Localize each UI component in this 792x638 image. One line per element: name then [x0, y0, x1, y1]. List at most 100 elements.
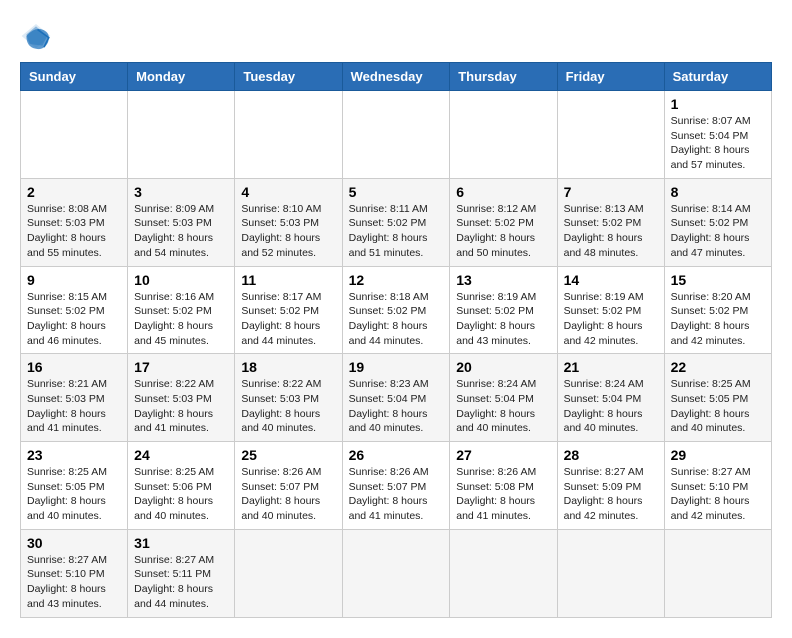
day-detail: Sunrise: 8:27 AMSunset: 5:10 PMDaylight:…	[671, 465, 765, 524]
day-detail: Sunrise: 8:21 AMSunset: 5:03 PMDaylight:…	[27, 377, 121, 436]
day-number: 1	[671, 96, 765, 112]
calendar-cell: 15 Sunrise: 8:20 AMSunset: 5:02 PMDaylig…	[664, 266, 771, 354]
day-number: 13	[456, 272, 550, 288]
day-detail: Sunrise: 8:18 AMSunset: 5:02 PMDaylight:…	[349, 290, 444, 349]
calendar-week-row: 9 Sunrise: 8:15 AMSunset: 5:02 PMDayligh…	[21, 266, 772, 354]
calendar-day-header: Sunday	[21, 63, 128, 91]
day-number: 6	[456, 184, 550, 200]
calendar-cell: 31 Sunrise: 8:27 AMSunset: 5:11 PMDaylig…	[128, 529, 235, 617]
day-detail: Sunrise: 8:25 AMSunset: 5:05 PMDaylight:…	[671, 377, 765, 436]
calendar-cell: 9 Sunrise: 8:15 AMSunset: 5:02 PMDayligh…	[21, 266, 128, 354]
day-number: 21	[564, 359, 658, 375]
calendar-cell: 2 Sunrise: 8:08 AMSunset: 5:03 PMDayligh…	[21, 178, 128, 266]
calendar-cell	[342, 91, 450, 179]
calendar-cell: 3 Sunrise: 8:09 AMSunset: 5:03 PMDayligh…	[128, 178, 235, 266]
day-detail: Sunrise: 8:08 AMSunset: 5:03 PMDaylight:…	[27, 202, 121, 261]
calendar-cell: 28 Sunrise: 8:27 AMSunset: 5:09 PMDaylig…	[557, 442, 664, 530]
day-detail: Sunrise: 8:19 AMSunset: 5:02 PMDaylight:…	[564, 290, 658, 349]
day-detail: Sunrise: 8:27 AMSunset: 5:11 PMDaylight:…	[134, 553, 228, 612]
calendar-cell: 24 Sunrise: 8:25 AMSunset: 5:06 PMDaylig…	[128, 442, 235, 530]
calendar-cell: 16 Sunrise: 8:21 AMSunset: 5:03 PMDaylig…	[21, 354, 128, 442]
calendar-day-header: Monday	[128, 63, 235, 91]
day-detail: Sunrise: 8:27 AMSunset: 5:09 PMDaylight:…	[564, 465, 658, 524]
day-detail: Sunrise: 8:25 AMSunset: 5:05 PMDaylight:…	[27, 465, 121, 524]
calendar-cell	[235, 529, 342, 617]
day-number: 9	[27, 272, 121, 288]
calendar-cell: 4 Sunrise: 8:10 AMSunset: 5:03 PMDayligh…	[235, 178, 342, 266]
calendar-week-row: 2 Sunrise: 8:08 AMSunset: 5:03 PMDayligh…	[21, 178, 772, 266]
day-number: 19	[349, 359, 444, 375]
day-detail: Sunrise: 8:23 AMSunset: 5:04 PMDaylight:…	[349, 377, 444, 436]
calendar-week-row: 16 Sunrise: 8:21 AMSunset: 5:03 PMDaylig…	[21, 354, 772, 442]
day-number: 26	[349, 447, 444, 463]
calendar-cell: 6 Sunrise: 8:12 AMSunset: 5:02 PMDayligh…	[450, 178, 557, 266]
calendar-cell: 25 Sunrise: 8:26 AMSunset: 5:07 PMDaylig…	[235, 442, 342, 530]
calendar-cell: 22 Sunrise: 8:25 AMSunset: 5:05 PMDaylig…	[664, 354, 771, 442]
day-detail: Sunrise: 8:22 AMSunset: 5:03 PMDaylight:…	[134, 377, 228, 436]
day-number: 17	[134, 359, 228, 375]
day-detail: Sunrise: 8:11 AMSunset: 5:02 PMDaylight:…	[349, 202, 444, 261]
calendar-header-row: SundayMondayTuesdayWednesdayThursdayFrid…	[21, 63, 772, 91]
day-number: 11	[241, 272, 335, 288]
calendar-cell: 26 Sunrise: 8:26 AMSunset: 5:07 PMDaylig…	[342, 442, 450, 530]
day-detail: Sunrise: 8:19 AMSunset: 5:02 PMDaylight:…	[456, 290, 550, 349]
calendar-cell	[450, 529, 557, 617]
calendar-week-row: 1 Sunrise: 8:07 AMSunset: 5:04 PMDayligh…	[21, 91, 772, 179]
calendar-cell: 1 Sunrise: 8:07 AMSunset: 5:04 PMDayligh…	[664, 91, 771, 179]
day-number: 16	[27, 359, 121, 375]
day-number: 20	[456, 359, 550, 375]
day-number: 15	[671, 272, 765, 288]
calendar-day-header: Thursday	[450, 63, 557, 91]
calendar-day-header: Tuesday	[235, 63, 342, 91]
day-number: 4	[241, 184, 335, 200]
calendar-cell: 21 Sunrise: 8:24 AMSunset: 5:04 PMDaylig…	[557, 354, 664, 442]
calendar-cell: 18 Sunrise: 8:22 AMSunset: 5:03 PMDaylig…	[235, 354, 342, 442]
day-number: 10	[134, 272, 228, 288]
day-number: 12	[349, 272, 444, 288]
page-header	[20, 20, 772, 52]
calendar-cell: 23 Sunrise: 8:25 AMSunset: 5:05 PMDaylig…	[21, 442, 128, 530]
day-detail: Sunrise: 8:17 AMSunset: 5:02 PMDaylight:…	[241, 290, 335, 349]
calendar-cell	[450, 91, 557, 179]
calendar-cell: 14 Sunrise: 8:19 AMSunset: 5:02 PMDaylig…	[557, 266, 664, 354]
day-detail: Sunrise: 8:26 AMSunset: 5:07 PMDaylight:…	[349, 465, 444, 524]
day-detail: Sunrise: 8:26 AMSunset: 5:07 PMDaylight:…	[241, 465, 335, 524]
day-detail: Sunrise: 8:25 AMSunset: 5:06 PMDaylight:…	[134, 465, 228, 524]
day-detail: Sunrise: 8:13 AMSunset: 5:02 PMDaylight:…	[564, 202, 658, 261]
day-number: 24	[134, 447, 228, 463]
day-number: 23	[27, 447, 121, 463]
calendar-cell	[664, 529, 771, 617]
day-detail: Sunrise: 8:20 AMSunset: 5:02 PMDaylight:…	[671, 290, 765, 349]
calendar-cell: 30 Sunrise: 8:27 AMSunset: 5:10 PMDaylig…	[21, 529, 128, 617]
calendar-cell: 27 Sunrise: 8:26 AMSunset: 5:08 PMDaylig…	[450, 442, 557, 530]
day-detail: Sunrise: 8:27 AMSunset: 5:10 PMDaylight:…	[27, 553, 121, 612]
calendar-day-header: Wednesday	[342, 63, 450, 91]
calendar-cell: 5 Sunrise: 8:11 AMSunset: 5:02 PMDayligh…	[342, 178, 450, 266]
calendar-cell: 10 Sunrise: 8:16 AMSunset: 5:02 PMDaylig…	[128, 266, 235, 354]
calendar-table: SundayMondayTuesdayWednesdayThursdayFrid…	[20, 62, 772, 618]
day-number: 25	[241, 447, 335, 463]
calendar-cell: 11 Sunrise: 8:17 AMSunset: 5:02 PMDaylig…	[235, 266, 342, 354]
day-number: 5	[349, 184, 444, 200]
calendar-cell: 20 Sunrise: 8:24 AMSunset: 5:04 PMDaylig…	[450, 354, 557, 442]
calendar-day-header: Friday	[557, 63, 664, 91]
day-number: 31	[134, 535, 228, 551]
calendar-cell: 13 Sunrise: 8:19 AMSunset: 5:02 PMDaylig…	[450, 266, 557, 354]
day-number: 14	[564, 272, 658, 288]
day-number: 7	[564, 184, 658, 200]
calendar-cell: 17 Sunrise: 8:22 AMSunset: 5:03 PMDaylig…	[128, 354, 235, 442]
day-detail: Sunrise: 8:26 AMSunset: 5:08 PMDaylight:…	[456, 465, 550, 524]
calendar-week-row: 30 Sunrise: 8:27 AMSunset: 5:10 PMDaylig…	[21, 529, 772, 617]
calendar-cell	[557, 529, 664, 617]
day-detail: Sunrise: 8:24 AMSunset: 5:04 PMDaylight:…	[456, 377, 550, 436]
day-number: 8	[671, 184, 765, 200]
calendar-cell: 19 Sunrise: 8:23 AMSunset: 5:04 PMDaylig…	[342, 354, 450, 442]
calendar-cell	[128, 91, 235, 179]
day-detail: Sunrise: 8:24 AMSunset: 5:04 PMDaylight:…	[564, 377, 658, 436]
day-number: 29	[671, 447, 765, 463]
day-number: 22	[671, 359, 765, 375]
day-detail: Sunrise: 8:12 AMSunset: 5:02 PMDaylight:…	[456, 202, 550, 261]
calendar-cell: 12 Sunrise: 8:18 AMSunset: 5:02 PMDaylig…	[342, 266, 450, 354]
calendar-day-header: Saturday	[664, 63, 771, 91]
calendar-week-row: 23 Sunrise: 8:25 AMSunset: 5:05 PMDaylig…	[21, 442, 772, 530]
